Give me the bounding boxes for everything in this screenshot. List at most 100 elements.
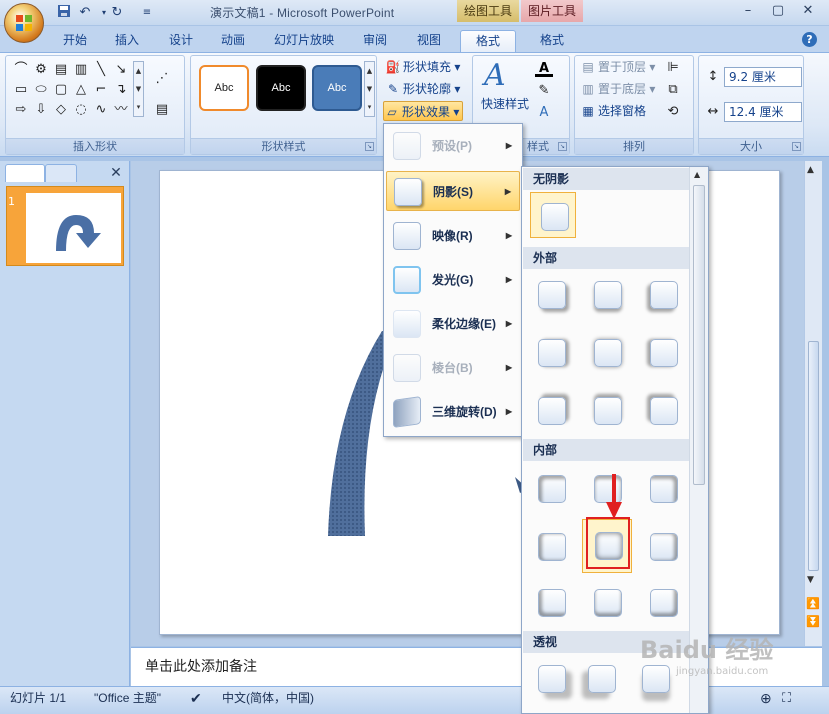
menu-item-soft-edges[interactable]: 柔化边缘(E) ▶: [386, 304, 520, 344]
shadow-outer-8[interactable]: [584, 387, 630, 433]
selection-pane-button[interactable]: ▦ 选择窗格: [580, 101, 646, 121]
textbox-shape-icon[interactable]: ▤: [52, 61, 70, 78]
spellcheck-icon[interactable]: ✔: [190, 690, 202, 706]
shapes-gallery-scroll[interactable]: ▲ ▼ ▾: [133, 61, 144, 117]
down-arrow-shape-icon[interactable]: ⇩: [32, 101, 50, 118]
vertical-scrollbar[interactable]: ▲ ▼ ⏫ ⏬: [804, 161, 822, 646]
shadow-perspective-2[interactable]: [578, 655, 624, 701]
freeform-shape-icon[interactable]: 〰: [112, 101, 130, 118]
text-box-icon[interactable]: ▤: [153, 101, 171, 118]
shape-outline-button[interactable]: ✎ 形状轮廓 ▾: [385, 79, 460, 99]
shape-styles-launcher-icon[interactable]: ↘: [365, 142, 374, 151]
undo-icon[interactable]: ↶: [76, 4, 94, 22]
quick-styles-icon[interactable]: A: [484, 58, 506, 93]
prev-slide-icon[interactable]: ⏫: [806, 597, 820, 610]
menu-item-glow[interactable]: 发光(G) ▶: [386, 260, 520, 300]
next-slide-icon[interactable]: ⏬: [806, 615, 820, 628]
text-outline-icon[interactable]: ✎: [535, 82, 553, 99]
text-fill-icon[interactable]: A: [535, 60, 553, 77]
restore-button[interactable]: ▢: [764, 2, 792, 20]
rectangle-shape-icon[interactable]: ▭: [12, 81, 30, 98]
rotate-icon[interactable]: ⟲: [664, 103, 682, 120]
notes-placeholder[interactable]: 单击此处添加备注: [145, 656, 257, 676]
wordart-launcher-icon[interactable]: ↘: [558, 142, 567, 151]
tab-slideshow[interactable]: 幻灯片放映: [268, 30, 340, 52]
shadow-inner-1[interactable]: [528, 465, 574, 511]
zoom-in-icon[interactable]: ⊕: [760, 690, 772, 706]
gallery-scroll-thumb[interactable]: [693, 185, 705, 485]
bring-to-front-button[interactable]: ▤ 置于顶层 ▾: [580, 57, 655, 77]
tab-design[interactable]: 设计: [162, 30, 200, 52]
slide-thumbnail[interactable]: [6, 186, 124, 266]
line-shape-icon[interactable]: ╲: [92, 61, 110, 78]
shadow-outer-5[interactable]: [584, 329, 630, 375]
shape-style-thumb-1[interactable]: Abc: [199, 65, 249, 111]
align-icon[interactable]: ⊫: [664, 59, 682, 76]
menu-item-reflection[interactable]: 映像(R) ▶: [386, 216, 520, 256]
redo-icon[interactable]: ↻: [108, 4, 126, 22]
fit-slide-icon[interactable]: ⛶: [782, 690, 791, 706]
rounded-rect-shape-icon[interactable]: ▢: [52, 81, 70, 98]
shape-effects-button[interactable]: ▱ 形状效果 ▾: [383, 101, 464, 121]
shape-styles-gallery-scroll[interactable]: ▲ ▼ ▾: [364, 61, 375, 117]
send-to-back-button[interactable]: ▥ 置于底层 ▾: [580, 79, 655, 99]
scroll-up-icon[interactable]: ▲: [807, 165, 814, 175]
tab-home[interactable]: 开始: [56, 30, 94, 52]
quick-styles-button[interactable]: 快速样式: [481, 94, 529, 114]
oval-shape-icon[interactable]: ⬭: [32, 81, 50, 98]
tab-insert[interactable]: 插入: [108, 30, 146, 52]
curve-shape-icon[interactable]: ∿: [92, 101, 110, 118]
scroll-thumb[interactable]: [808, 341, 819, 571]
customize-qat-icon[interactable]: ≡: [138, 4, 156, 22]
menu-item-bevel[interactable]: 棱台(B) ▶: [386, 348, 520, 388]
outline-tab[interactable]: [45, 164, 77, 182]
save-icon[interactable]: [55, 4, 73, 22]
edit-shape-icon[interactable]: ⋰: [153, 70, 171, 87]
gallery-scroll-up-icon[interactable]: ▲: [694, 170, 700, 179]
shadow-inner-7[interactable]: [528, 579, 574, 625]
office-button[interactable]: [4, 3, 44, 43]
height-input[interactable]: 9.2 厘米: [724, 67, 802, 87]
shadow-inner-8[interactable]: [584, 579, 630, 625]
shadow-outer-9[interactable]: [640, 387, 686, 433]
shadow-none-option[interactable]: [530, 192, 576, 238]
callout-shape-icon[interactable]: ◌: [72, 101, 90, 118]
tab-view[interactable]: 视图: [410, 30, 448, 52]
menu-item-preset[interactable]: 预设(P) ▶: [386, 126, 520, 166]
right-arrow-shape-icon[interactable]: ⇨: [12, 101, 30, 118]
help-icon[interactable]: ?: [802, 32, 817, 47]
elbow-arrow-icon[interactable]: ↴: [112, 81, 130, 98]
shadow-inner-6[interactable]: [640, 523, 686, 569]
vertical-textbox-icon[interactable]: ▥: [72, 61, 90, 78]
size-launcher-icon[interactable]: ↘: [792, 142, 801, 151]
gear-shape-icon[interactable]: ⚙: [32, 61, 50, 78]
arc-shape-icon[interactable]: ⌒: [12, 61, 30, 78]
close-button[interactable]: ✕: [794, 2, 822, 20]
scroll-down-icon[interactable]: ▼: [807, 575, 814, 585]
shape-style-thumb-3[interactable]: Abc: [312, 65, 362, 111]
tab-review[interactable]: 审阅: [356, 30, 394, 52]
flowchart-shape-icon[interactable]: ◇: [52, 101, 70, 118]
tab-format-drawing[interactable]: 格式: [460, 30, 516, 52]
minimize-button[interactable]: –: [734, 2, 762, 20]
close-icon[interactable]: ✕: [108, 165, 124, 181]
triangle-shape-icon[interactable]: △: [72, 81, 90, 98]
shadow-outer-6[interactable]: [640, 329, 686, 375]
slides-tab[interactable]: [5, 164, 45, 182]
shadow-inner-9[interactable]: [640, 579, 686, 625]
text-effects-icon[interactable]: A: [535, 104, 553, 121]
menu-item-shadow[interactable]: 阴影(S) ▶: [386, 171, 520, 211]
width-input[interactable]: 12.4 厘米: [724, 102, 802, 122]
shadow-outer-7[interactable]: [528, 387, 574, 433]
shape-fill-button[interactable]: ⛽ 形状填充 ▾: [385, 57, 461, 77]
shadow-outer-1[interactable]: [528, 271, 574, 317]
shadow-outer-4[interactable]: [528, 329, 574, 375]
shadow-outer-3[interactable]: [640, 271, 686, 317]
shadow-inner-4[interactable]: [528, 523, 574, 569]
shape-style-thumb-2[interactable]: Abc: [256, 65, 306, 111]
shadow-inner-3[interactable]: [640, 465, 686, 511]
menu-item-3d-rotation[interactable]: 三维旋转(D) ▶: [386, 392, 520, 432]
shadow-outer-2[interactable]: [584, 271, 630, 317]
elbow-connector-icon[interactable]: ⌐: [92, 81, 110, 98]
group-objects-icon[interactable]: ⧉: [664, 81, 682, 98]
